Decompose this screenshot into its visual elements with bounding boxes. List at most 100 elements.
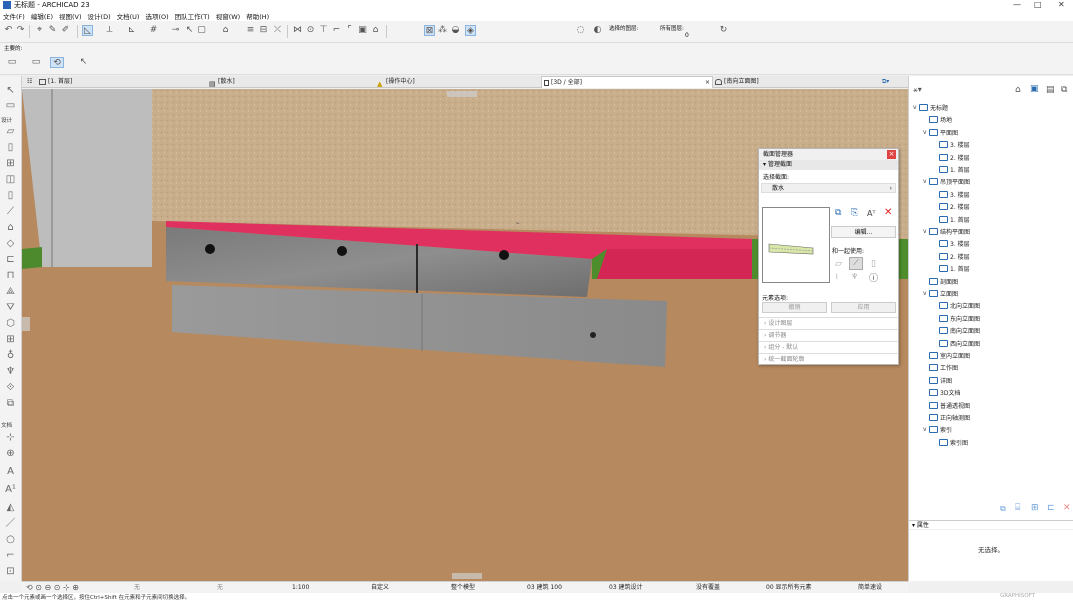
view-map-icon[interactable]: ▣: [1030, 84, 1039, 94]
grid-snap-icon[interactable]: ⟂: [104, 25, 115, 36]
cancel-button[interactable]: 撤销: [762, 302, 827, 313]
door-tool[interactable]: ◫: [4, 174, 17, 186]
navigator-item[interactable]: 1. 首层: [933, 215, 970, 224]
snap-guides-icon[interactable]: ◺: [82, 25, 93, 36]
wall-tool[interactable]: ▱: [4, 126, 17, 138]
label-tool[interactable]: A¹: [4, 484, 17, 496]
render-icon[interactable]: ◈: [465, 25, 476, 36]
object-tool[interactable]: ♆: [4, 366, 17, 378]
cross-icon[interactable]: ⤫: [272, 25, 283, 36]
grid-icon[interactable]: #: [148, 25, 159, 36]
storey-icon[interactable]: ▭: [4, 57, 20, 68]
slab-tool[interactable]: ⟋: [4, 206, 17, 218]
polyline-tool[interactable]: ⌐: [4, 550, 17, 562]
object-use-icon[interactable]: ♆: [851, 272, 858, 281]
manage-section-header[interactable]: ▾ 管理截面: [759, 160, 898, 170]
navigator-item[interactable]: 2. 楼层: [933, 153, 970, 162]
delete-view-icon[interactable]: ✕: [1063, 503, 1071, 513]
tab-apron[interactable]: ▤ [散水]: [209, 76, 235, 88]
measure-icon[interactable]: ⋈: [292, 25, 303, 36]
apply-button[interactable]: 应用: [831, 302, 896, 313]
offset-icon[interactable]: ▣: [357, 25, 368, 36]
fill-tool[interactable]: ◭: [4, 502, 17, 514]
close-icon[interactable]: ×: [887, 150, 896, 159]
tab-action-center[interactable]: ▲ [操作中心]: [377, 76, 415, 88]
skylight-tool[interactable]: ⟐: [4, 382, 17, 394]
navigator-item[interactable]: 北向立面图: [933, 301, 980, 310]
section-unify-profile[interactable]: › 统一截面轮廓: [759, 353, 898, 365]
navigator-item[interactable]: 剖面图: [923, 277, 958, 286]
drawing-tool[interactable]: ⊡: [4, 566, 17, 578]
pointer-icon[interactable]: ↖: [184, 25, 195, 36]
arrow-tool[interactable]: ↖: [4, 85, 17, 97]
dimension-tool[interactable]: ⊹: [4, 432, 17, 444]
section-components[interactable]: › 组分 - 默认: [759, 341, 898, 353]
navigator-item[interactable]: v 结构平面图: [923, 227, 970, 236]
navigator-item[interactable]: 正向轴测图: [923, 413, 970, 422]
navigator-item[interactable]: 3. 楼层: [933, 190, 970, 199]
inject-icon[interactable]: ✐: [60, 25, 71, 36]
roof-icon[interactable]: ⌂: [370, 25, 381, 36]
window-tool[interactable]: ⊞: [4, 158, 17, 170]
circle-tool[interactable]: ○: [4, 534, 17, 546]
eyedropper-icon[interactable]: ✎: [47, 25, 58, 36]
navigator-item[interactable]: 1. 首层: [933, 264, 970, 273]
curtain-wall-tool[interactable]: ⊞: [4, 334, 17, 346]
profile-select[interactable]: 散水 ›: [761, 183, 896, 193]
delete-profile-icon[interactable]: ✕: [884, 207, 892, 218]
markup-icon[interactable]: ◌: [575, 25, 586, 36]
trace-compare-icon[interactable]: ⊟: [258, 25, 269, 36]
navigator-item[interactable]: 3D文档: [923, 388, 960, 397]
wall-use-icon[interactable]: ▱: [835, 259, 842, 269]
navigator-item[interactable]: 详图: [923, 376, 952, 385]
lamp-tool[interactable]: ♁: [4, 350, 17, 362]
navigator-settings-icon[interactable]: ⊏: [1047, 503, 1055, 513]
magic-wand-icon[interactable]: ⁂: [437, 25, 448, 36]
navigator-item[interactable]: v 平面图: [923, 128, 958, 137]
navigator-item[interactable]: 2. 楼层: [933, 202, 970, 211]
project-map-icon[interactable]: ⌂: [1015, 85, 1021, 95]
new-view-icon[interactable]: ⧉: [1000, 504, 1006, 514]
mesh-tool[interactable]: ⟁: [4, 286, 17, 298]
new-profile-icon[interactable]: ⧉: [835, 208, 841, 218]
menu-view[interactable]: 视图(V): [59, 11, 82, 21]
trim-icon[interactable]: ⊤: [318, 25, 329, 36]
navigator-item[interactable]: 场地: [923, 115, 952, 124]
line-tool[interactable]: ／: [4, 518, 17, 530]
menu-design[interactable]: 设计(D): [88, 11, 111, 21]
navigator-item[interactable]: v 无标题: [913, 103, 948, 112]
morph-tool[interactable]: ⛛: [4, 302, 17, 314]
railing-use-icon[interactable]: ⌇: [835, 273, 838, 281]
menu-window[interactable]: 视窗(W): [216, 11, 241, 21]
tab-close-icon[interactable]: ×: [705, 77, 710, 89]
marquee-tool[interactable]: ▭: [4, 100, 17, 112]
adjust-icon[interactable]: ⌐: [331, 25, 342, 36]
fillet-icon[interactable]: ⌜: [344, 25, 355, 36]
railing-tool[interactable]: ⊓: [4, 270, 17, 282]
navigator-item[interactable]: 普通透视图: [923, 401, 970, 410]
minimize-button[interactable]: —: [1013, 0, 1021, 9]
arrow-tool-icon[interactable]: ↖: [78, 57, 89, 68]
trace-icon[interactable]: ≡: [245, 25, 256, 36]
refresh-icon[interactable]: ↻: [718, 25, 729, 36]
new-folder-icon[interactable]: ⊞: [1031, 503, 1039, 513]
stair-tool[interactable]: ⊏: [4, 254, 17, 266]
column-use-icon[interactable]: ▯: [871, 259, 876, 269]
navigator-item[interactable]: v 索引: [923, 425, 952, 434]
explode-icon[interactable]: ⊠: [424, 25, 435, 36]
rename-profile-icon[interactable]: Aᵀ: [867, 209, 876, 218]
suspend-groups-icon[interactable]: ⊸: [170, 25, 181, 36]
navigator-item[interactable]: 工作图: [923, 363, 958, 372]
layout-icon[interactable]: ▭: [28, 57, 44, 68]
navigator-item[interactable]: 3. 楼层: [933, 239, 970, 248]
beam-tool[interactable]: ▯: [4, 190, 17, 202]
tab-floor-1[interactable]: [1. 首层]: [39, 76, 72, 88]
clone-folder-icon[interactable]: ⌸: [1015, 503, 1020, 513]
section-modifiers[interactable]: › 调节器: [759, 329, 898, 341]
tab-layout-toggle[interactable]: ☷: [27, 76, 32, 88]
pick-up-icon[interactable]: ⌖: [34, 25, 45, 36]
menu-document[interactable]: 文档(U): [117, 11, 140, 21]
navigator-item[interactable]: 南向立面图: [933, 326, 980, 335]
column-tool[interactable]: ▯: [4, 142, 17, 154]
info-icon[interactable]: ⓘ: [869, 271, 878, 284]
